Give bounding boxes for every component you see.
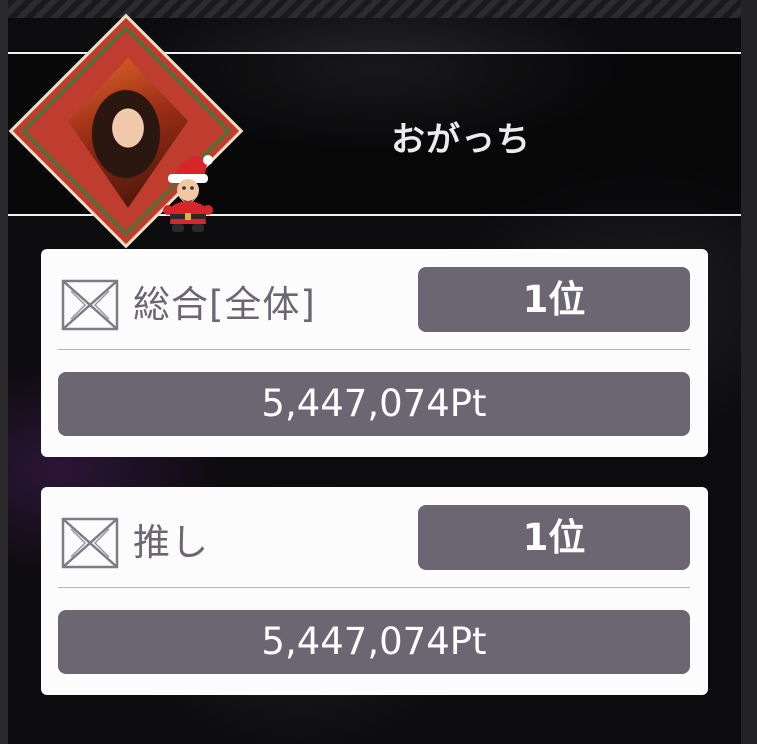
- rank-badge: 1位: [418, 505, 690, 570]
- points-value: 5,447,074Pt: [58, 372, 690, 436]
- username: おがっち: [391, 120, 531, 160]
- right-edge: [741, 0, 757, 744]
- points-value: 5,447,074Pt: [58, 610, 690, 674]
- ranking-card-overall: 総合[全体] 1位 5,447,074Pt: [41, 249, 708, 457]
- santa-icon: [163, 155, 213, 232]
- top-stripe: [0, 0, 757, 18]
- rank-badge: 1位: [418, 267, 690, 332]
- ranking-card-oshi: 推し 1位 5,447,074Pt: [41, 487, 708, 695]
- ranking-label: 総合[全体]: [133, 283, 316, 326]
- card-divider: [58, 587, 690, 588]
- ranking-label: 推し: [133, 521, 209, 564]
- ribbon-icon: [61, 517, 119, 569]
- card-divider: [58, 349, 690, 350]
- ribbon-icon: [61, 279, 119, 331]
- left-edge: [0, 0, 8, 744]
